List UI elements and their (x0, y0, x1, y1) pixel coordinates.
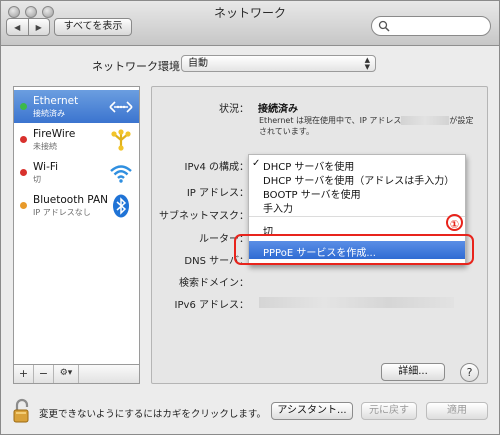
bluetooth-icon (108, 193, 134, 219)
service-item-firewire[interactable]: FireWire 未接続 (14, 123, 139, 156)
menu-separator (249, 216, 465, 217)
add-service-button[interactable]: + (14, 365, 34, 383)
service-status: 未接続 (33, 142, 57, 151)
service-item-wifi[interactable]: Wi-Fi 切 (14, 156, 139, 189)
status-dot (20, 202, 27, 209)
location-label: ネットワーク環境： (92, 60, 191, 73)
service-item-bluetooth-pan[interactable]: Bluetooth PAN IP アドレスなし (14, 189, 139, 222)
apply-button[interactable]: 適用 (426, 402, 488, 420)
annotation-step-marker: ① (446, 214, 463, 231)
location-value: 自動 (188, 58, 208, 69)
title-bar: ネットワーク ◀ ▶ すべてを表示 (1, 1, 499, 46)
search-input[interactable] (371, 16, 491, 36)
forward-button[interactable]: ▶ (29, 19, 50, 35)
service-name: Bluetooth PAN (33, 194, 109, 206)
service-name: Ethernet (33, 95, 79, 107)
redacted-ipv6 (259, 297, 454, 308)
status-dot (20, 103, 27, 110)
ipv4-config-label: IPv4 の構成： (184, 162, 249, 173)
ip-address-label: IP アドレス： (186, 188, 249, 199)
service-list: Ethernet 接続済み FireWire 未接続 Wi-Fi 切 Bluet… (13, 86, 140, 365)
redacted-ip (401, 116, 450, 125)
revert-button[interactable]: 元に戻す (361, 402, 417, 420)
status-desc-prefix: Ethernet は現在使用中で、IP アドレス (259, 116, 402, 125)
status-description: Ethernet は現在使用中で、IP アドレス が設定されています。 (259, 115, 474, 137)
advanced-button[interactable]: 詳細... (381, 363, 445, 381)
remove-service-button[interactable]: − (34, 365, 54, 383)
status-dot (20, 136, 27, 143)
back-button[interactable]: ◀ (7, 19, 29, 35)
menu-item-manual[interactable]: 手入力 (263, 200, 293, 215)
assistant-button[interactable]: アシスタント... (271, 402, 353, 420)
service-name: FireWire (33, 128, 76, 140)
network-preferences-window: ネットワーク ◀ ▶ すべてを表示 ネットワーク環境： 自動 ▲ ▼ Ethern… (0, 0, 500, 435)
menu-item-dhcp-manual[interactable]: DHCP サーバを使用（アドレスは手入力） (263, 172, 454, 187)
search-domain-label: 検索ドメイン： (179, 278, 249, 289)
back-forward-control: ◀ ▶ (6, 18, 50, 36)
ipv6-address-label: IPv6 アドレス： (174, 300, 249, 311)
service-item-ethernet[interactable]: Ethernet 接続済み (14, 90, 139, 123)
gear-menu-button[interactable]: ⚙▾ (54, 365, 79, 383)
search-icon (378, 20, 390, 32)
select-arrows-icon: ▲ ▼ (364, 56, 370, 71)
status-label: 状況： (219, 104, 249, 115)
location-select[interactable]: 自動 ▲ ▼ (181, 55, 376, 72)
service-status: 接続済み (33, 109, 65, 118)
status-dot (20, 169, 27, 176)
wifi-icon (108, 160, 134, 186)
show-all-button[interactable]: すべてを表示 (54, 18, 132, 36)
subnet-mask-label: サブネットマスク： (159, 211, 249, 222)
checkmark-icon: ✓ (252, 158, 261, 169)
lock-message: 変更できないようにするにはカギをクリックします。 (39, 409, 266, 420)
menu-item-bootp[interactable]: BOOTP サーバを使用 (263, 186, 361, 201)
service-list-toolbar: + − ⚙▾ (13, 365, 140, 384)
help-button[interactable]: ? (460, 363, 479, 382)
firewire-icon (108, 127, 134, 153)
status-value: 接続済み (258, 104, 298, 115)
service-status: IP アドレスなし (33, 208, 91, 217)
lock-icon[interactable] (13, 398, 31, 424)
service-status: 切 (33, 175, 41, 184)
ethernet-icon (108, 94, 134, 120)
menu-item-dhcp[interactable]: DHCP サーバを使用 (263, 158, 354, 173)
annotation-highlight-box (234, 234, 474, 265)
service-name: Wi-Fi (33, 161, 59, 173)
